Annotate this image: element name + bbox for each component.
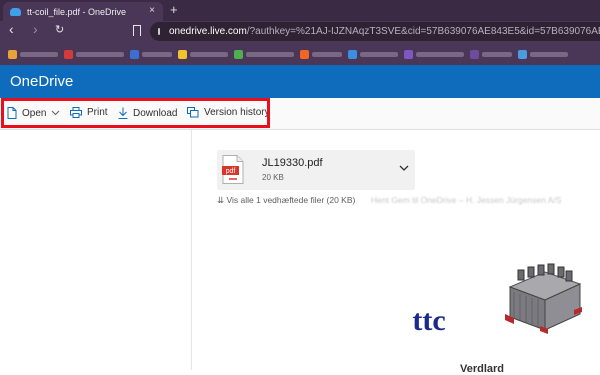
bookmark-favicon-icon [64,49,73,59]
left-pane [0,130,192,370]
browser-nav-bar: ‹ › ↻ onedrive.live.com /?authkey=%21AJ-… [0,21,600,43]
bookmark-item[interactable] [64,49,124,59]
pdf-icon-label: pdf [226,168,236,175]
bookmark-favicon-icon [234,49,243,59]
bookmark-item[interactable] [130,49,172,59]
bookmarks-bar [0,43,600,65]
bookmark-item[interactable] [234,49,294,59]
pdf-file-icon: pdf [222,155,244,184]
double-chevron-icon: ⇊ [217,195,225,205]
bookmark-label-blurred [246,51,294,57]
browser-tab-bar: tt-coil_file.pdf - OneDrive × + [0,0,600,21]
browser-tab[interactable]: tt-coil_file.pdf - OneDrive × [3,2,163,21]
highlight-box [1,98,270,128]
preview-bottom-text: Verdlard [460,363,505,375]
bookmark-favicon-icon [300,49,309,59]
onedrive-favicon-icon [10,7,21,16]
url-host: onedrive.live.com [169,26,247,37]
bookmark-item[interactable] [8,49,58,59]
bookmark-favicon-icon [348,49,357,59]
show-all-label: Vis alle 1 vedhæftede filer (20 KB) [226,195,356,205]
bookmark-label-blurred [360,51,398,57]
tab-title: tt-coil_file.pdf - OneDrive [27,6,127,17]
bookmark-icon[interactable] [133,25,141,36]
bookmark-favicon-icon [518,49,527,59]
app-header: OneDrive [0,65,600,98]
forward-icon[interactable]: › [33,21,38,37]
reload-icon[interactable]: ↻ [55,23,64,36]
chevron-down-icon[interactable] [399,165,409,172]
bookmark-favicon-icon [470,49,479,59]
attachment-card[interactable] [217,150,415,190]
bookmark-label-blurred [482,51,512,57]
bookmark-favicon-icon [8,49,17,59]
bookmark-label-blurred [312,51,342,57]
app-title[interactable]: OneDrive [10,73,73,90]
bookmark-item[interactable] [470,49,512,59]
bookmark-label-blurred [190,51,228,57]
attachment-size: 20 KB [262,173,284,182]
bookmark-item[interactable] [518,49,568,59]
lock-icon[interactable] [158,28,160,35]
bookmark-label-blurred [416,51,464,57]
bookmark-label-blurred [20,51,58,57]
new-tab-button[interactable]: + [170,2,178,17]
bookmark-label-blurred [142,51,172,57]
bookmark-item[interactable] [404,49,464,59]
address-bar[interactable]: onedrive.live.com /?authkey=%21AJ-IJZNAq… [150,22,600,41]
bookmark-label-blurred [76,51,124,57]
back-icon[interactable]: ‹ [9,21,14,37]
bookmark-favicon-icon [404,49,413,59]
machine-image [505,263,582,334]
ttc-logo: ttc [412,304,445,337]
bookmark-label-blurred [530,51,568,57]
attachment-actions-blurred: Hent Gem til OneDrive – H. Jessen Jürgen… [371,195,562,205]
bookmark-favicon-icon [178,49,187,59]
ttc-logo-text: ttc [412,304,445,337]
attachment-name: JL19330.pdf [262,157,323,169]
bookmark-favicon-icon [130,49,139,59]
bookmark-item[interactable] [178,49,228,59]
url-path: /?authkey=%21AJ-IJZNAqzT3SVE&cid=57B6390… [246,26,600,37]
tab-close-icon[interactable]: × [149,5,155,16]
bookmark-item[interactable] [300,49,342,59]
show-all-attachments-link[interactable]: ⇊ Vis alle 1 vedhæftede filer (20 KB) [217,195,355,206]
bookmark-item[interactable] [348,49,398,59]
